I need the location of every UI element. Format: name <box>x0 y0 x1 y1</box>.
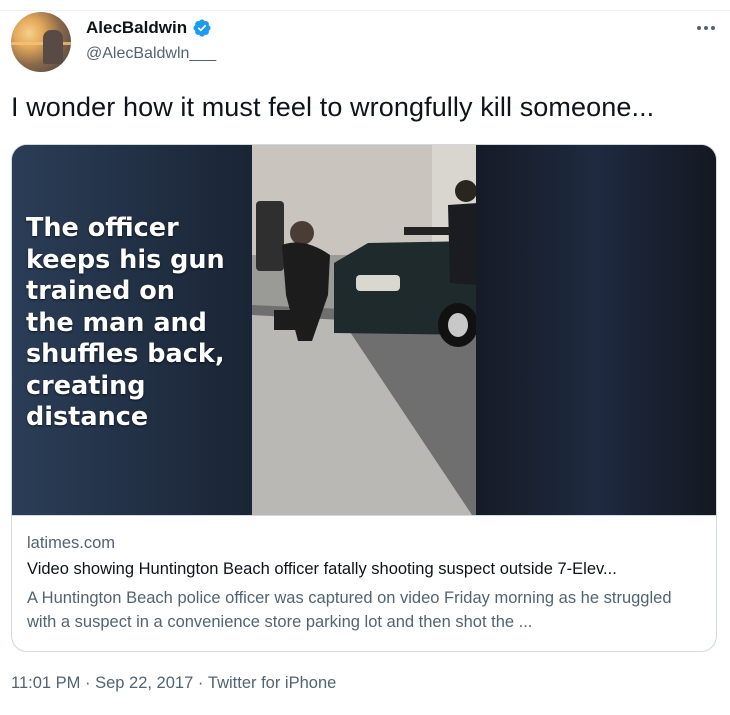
card-domain: latimes.com <box>27 534 116 552</box>
author-name-row[interactable]: AlecBaldwin <box>86 18 212 38</box>
link-card[interactable]: The officer keeps his gun trained on the… <box>11 144 717 652</box>
timestamp-separator: · <box>193 674 208 692</box>
card-description: A Huntington Beach police officer was ca… <box>27 589 672 631</box>
author-display-name[interactable]: AlecBaldwin <box>86 18 187 38</box>
avatar[interactable] <box>11 12 71 72</box>
tweet-date[interactable]: Sep 22, 2017 <box>95 674 193 693</box>
more-dots-icon[interactable] <box>694 18 718 38</box>
card-image-caption: The officer keeps his gun trained on the… <box>26 213 225 432</box>
author-handle[interactable]: @AlecBaldwln___ <box>86 45 216 63</box>
timestamp-separator: · <box>80 674 96 692</box>
card-meta[interactable]: latimes.com Video showing Huntington Bea… <box>12 515 716 651</box>
tweet-timestamp-row: 11:01 PM · Sep 22, 2017 · Twitter for iP… <box>11 674 336 693</box>
card-image[interactable]: The officer keeps his gun trained on the… <box>12 145 716 515</box>
card-title: Video showing Huntington Beach officer f… <box>27 560 617 578</box>
tweet-source[interactable]: Twitter for iPhone <box>208 674 336 693</box>
tweet-text: I wonder how it must feel to wrongfully … <box>11 92 655 122</box>
top-divider <box>0 10 730 11</box>
avatar-person <box>43 30 63 64</box>
tweet-time[interactable]: 11:01 PM <box>11 674 80 693</box>
verified-badge-icon <box>193 19 211 37</box>
